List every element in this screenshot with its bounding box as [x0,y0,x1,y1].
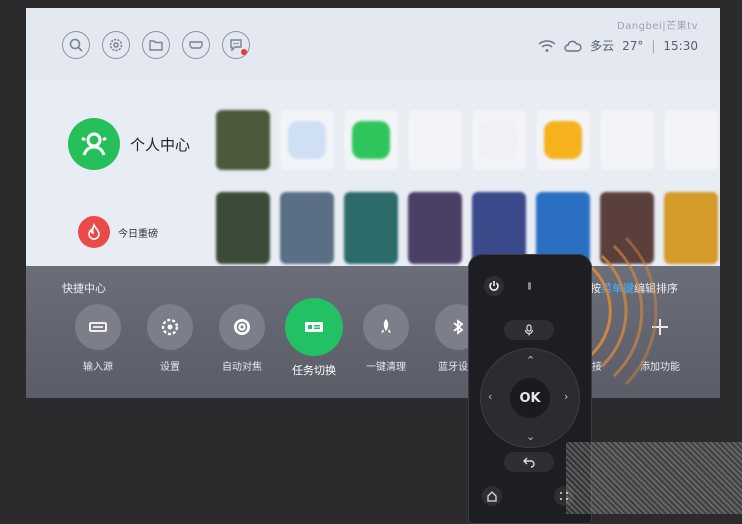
clock-text: 15:30 [663,38,698,53]
app-icon [352,121,390,159]
app-tile[interactable] [280,110,334,170]
poster-tile[interactable] [216,192,270,264]
quick-item-0[interactable]: 输入源 [62,304,134,378]
dpad[interactable]: ⌃ ⌄ ‹ › OK [480,348,580,448]
today-entry[interactable]: 今日重磅 [78,216,158,248]
hdmi-icon[interactable] [182,31,210,59]
poster-tile[interactable] [344,192,398,264]
input-source-icon [75,304,121,350]
quick-item-1[interactable]: 设置 [134,304,206,378]
app-tile[interactable] [664,110,718,170]
brand-logo: Dangbei|芒果tv [617,21,698,32]
gear-icon [147,304,193,350]
temperature-text: 27° [622,38,644,53]
app-icon [672,121,710,159]
user-avatar-icon [68,118,120,170]
top-bar: Dangbei|芒果tv 多云 27° | 15:30 [26,8,720,80]
profile-label: 个人中心 [130,135,191,154]
task-switch-icon [285,298,343,356]
app-tile[interactable] [536,110,590,170]
poster-tile[interactable] [408,192,462,264]
profile-entry[interactable]: 个人中心 [68,118,190,170]
right-arrow-icon[interactable]: › [564,390,568,403]
cloud-icon [564,40,582,52]
status-bar: 多云 27° | 15:30 [538,37,698,54]
divider: | [651,38,656,53]
down-arrow-icon[interactable]: ⌄ [526,430,535,443]
app-icon [544,121,582,159]
back-button[interactable] [504,452,554,472]
app-icon [480,121,518,159]
poster-tile[interactable] [280,192,334,264]
folder-icon[interactable] [142,31,170,59]
message-icon[interactable] [222,31,250,59]
poster-tile[interactable] [216,110,270,170]
wifi-icon [538,39,556,52]
power-button[interactable] [484,276,504,296]
app-icon [288,121,326,159]
notification-dot [241,49,247,55]
led-indicator [528,282,531,290]
quick-item-2[interactable]: 自动对焦 [206,304,278,378]
left-arrow-icon[interactable]: ‹ [488,390,492,403]
app-tile[interactable] [344,110,398,170]
quick-item-label: 自动对焦 [222,362,262,373]
app-tile[interactable] [408,110,462,170]
flame-icon [78,216,110,248]
home-button[interactable] [482,486,502,506]
ok-button[interactable]: OK [510,378,550,418]
quick-item-label: 设置 [160,362,180,373]
app-icon [416,121,454,159]
top-icon-bar [62,31,250,59]
focus-icon [219,304,265,350]
quick-item-label: 输入源 [83,362,113,373]
panel-title: 快捷中心 [62,282,106,295]
quick-item-label: 一键清理 [366,362,406,373]
quick-items: 输入源 设置 自动对焦 任务切换 一键清理 蓝牙设置 [62,298,494,378]
today-label: 今日重磅 [118,228,158,240]
weather-text: 多云 [590,39,615,53]
quick-item-3[interactable]: 任务切换 [278,298,350,378]
search-icon[interactable] [62,31,90,59]
watermark [566,442,742,514]
up-arrow-icon[interactable]: ⌃ [526,354,535,367]
quick-item-4[interactable]: 一键清理 [350,304,422,378]
app-tile[interactable] [600,110,654,170]
app-icon [608,121,646,159]
settings-icon[interactable] [102,31,130,59]
quick-item-label: 任务切换 [292,364,336,377]
rocket-icon [363,304,409,350]
app-tile[interactable] [472,110,526,170]
voice-button[interactable] [504,320,554,340]
